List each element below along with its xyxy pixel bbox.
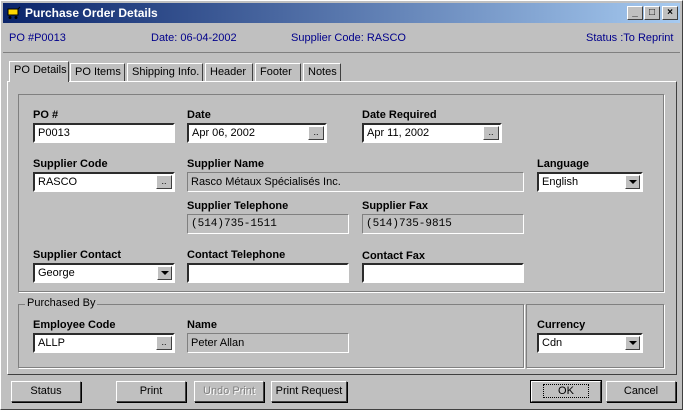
- ok-button-label: OK: [543, 384, 589, 398]
- purchased-by-label: Purchased By: [25, 297, 98, 309]
- window-title: Purchase Order Details: [25, 6, 158, 20]
- cart-icon: [7, 6, 21, 19]
- info-date: Date: 06-04-2002: [151, 32, 237, 44]
- contact-fax-label: Contact Fax: [362, 250, 425, 262]
- po-number-label: PO #: [33, 109, 59, 121]
- date-field[interactable]: Apr 06, 2002 ..: [187, 123, 327, 143]
- supplier-fax-field: (514)735-9815: [362, 214, 524, 234]
- date-required-value: Apr 11, 2002: [367, 127, 430, 139]
- po-details-panel: PO # P0013 Date Apr 06, 2002 .. Date Req…: [7, 81, 677, 375]
- contact-fax-field[interactable]: [362, 263, 524, 283]
- print-button[interactable]: Print: [116, 381, 186, 402]
- date-label: Date: [187, 109, 211, 121]
- language-select[interactable]: English: [537, 172, 643, 192]
- supplier-contact-value: George: [38, 267, 75, 279]
- currency-label: Currency: [537, 319, 586, 331]
- date-value: Apr 06, 2002: [192, 127, 255, 139]
- language-label: Language: [537, 158, 589, 170]
- date-picker-button[interactable]: ..: [308, 126, 324, 140]
- supplier-telephone-label: Supplier Telephone: [187, 200, 289, 212]
- minimize-button[interactable]: _: [627, 6, 643, 20]
- employee-lookup-button[interactable]: ..: [156, 336, 172, 350]
- employee-code-value: ALLP: [38, 337, 65, 349]
- cancel-button[interactable]: Cancel: [606, 381, 676, 402]
- purchase-order-window: Purchase Order Details _ □ × PO #P0013 D…: [0, 0, 683, 410]
- chevron-down-icon[interactable]: [625, 175, 640, 189]
- title-bar: Purchase Order Details _ □ ×: [3, 3, 680, 23]
- tab-po-items[interactable]: PO Items: [70, 63, 125, 81]
- tab-shipping-info[interactable]: Shipping Info.: [127, 63, 203, 81]
- contact-telephone-label: Contact Telephone: [187, 249, 286, 261]
- tab-po-details[interactable]: PO Details: [9, 61, 69, 82]
- employee-code-label: Employee Code: [33, 319, 116, 331]
- date-required-field[interactable]: Apr 11, 2002 ..: [362, 123, 502, 143]
- currency-value: Cdn: [542, 337, 563, 349]
- supplier-code-field[interactable]: RASCO ..: [33, 172, 175, 192]
- date-required-picker-button[interactable]: ..: [483, 126, 499, 140]
- supplier-contact-select[interactable]: George: [33, 263, 175, 283]
- supplier-lookup-button[interactable]: ..: [156, 175, 172, 189]
- supplier-contact-label: Supplier Contact: [33, 249, 122, 261]
- supplier-telephone-field: (514)735-1511: [187, 214, 349, 234]
- tab-header[interactable]: Header: [205, 63, 253, 81]
- info-supplier-code: Supplier Code: RASCO: [291, 32, 406, 44]
- info-status: Status :To Reprint: [586, 32, 674, 44]
- date-required-label: Date Required: [362, 109, 437, 121]
- supplier-code-label: Supplier Code: [33, 158, 108, 170]
- po-info-bar: PO #P0013 Date: 06-04-2002 Supplier Code…: [3, 25, 680, 53]
- supplier-code-value: RASCO: [38, 176, 78, 188]
- language-value: English: [542, 176, 579, 188]
- supplier-fax-label: Supplier Fax: [362, 200, 429, 212]
- close-button[interactable]: ×: [662, 6, 678, 20]
- info-po-number: PO #P0013: [9, 32, 66, 44]
- supplier-name-label: Supplier Name: [187, 158, 265, 170]
- po-number-field[interactable]: P0013: [33, 123, 175, 143]
- maximize-button[interactable]: □: [644, 6, 660, 20]
- status-button[interactable]: Status: [11, 381, 81, 402]
- undo-print-button[interactable]: Undo Print: [194, 381, 264, 402]
- ok-button[interactable]: OK: [530, 380, 602, 403]
- employee-code-field[interactable]: ALLP ..: [33, 333, 175, 353]
- chevron-down-icon[interactable]: [157, 266, 172, 280]
- print-request-button[interactable]: Print Request: [271, 381, 347, 402]
- currency-select[interactable]: Cdn: [537, 333, 643, 353]
- chevron-down-icon[interactable]: [625, 336, 640, 350]
- supplier-name-field: Rasco Métaux Spécialisés Inc.: [187, 172, 524, 192]
- employee-name-label: Name: [187, 319, 217, 331]
- contact-telephone-field[interactable]: [187, 263, 349, 283]
- employee-name-field: Peter Allan: [187, 333, 349, 353]
- tab-footer[interactable]: Footer: [255, 63, 301, 81]
- tab-notes[interactable]: Notes: [303, 63, 341, 81]
